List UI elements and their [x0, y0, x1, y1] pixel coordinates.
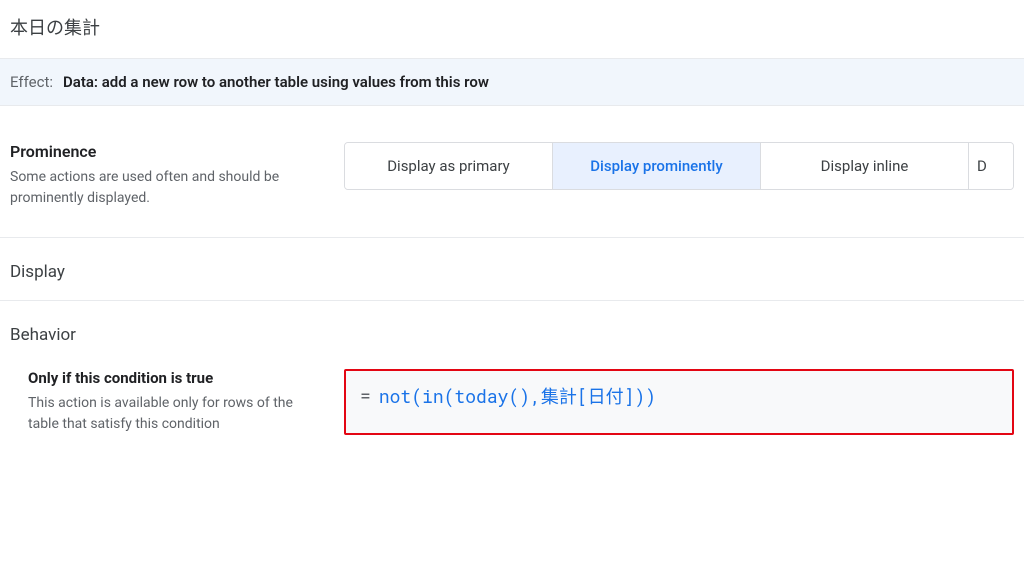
- seg-display-truncated[interactable]: D: [969, 143, 1013, 189]
- condition-expression-input[interactable]: = not(in(today(),集計[日付])): [344, 369, 1014, 435]
- behavior-heading: Behavior: [10, 325, 1014, 345]
- condition-info: Only if this condition is true This acti…: [28, 369, 320, 435]
- condition-row: Only if this condition is true This acti…: [10, 369, 1014, 435]
- seg-display-inline[interactable]: Display inline: [761, 143, 969, 189]
- prominence-segmented: Display as primary Display prominently D…: [344, 142, 1014, 190]
- prominence-info: Prominence Some actions are used often a…: [10, 142, 320, 209]
- equals-sign: =: [360, 383, 371, 407]
- condition-desc: This action is available only for rows o…: [28, 393, 320, 435]
- display-heading: Display: [10, 262, 1014, 282]
- prominence-desc: Some actions are used often and should b…: [10, 167, 320, 209]
- display-section[interactable]: Display: [0, 238, 1024, 301]
- prominence-heading: Prominence: [10, 142, 320, 161]
- page-title: 本日の集計: [0, 0, 1024, 58]
- behavior-section: Behavior Only if this condition is true …: [0, 301, 1024, 435]
- condition-title: Only if this condition is true: [28, 369, 320, 387]
- effect-label: Effect:: [10, 73, 53, 91]
- prominence-section: Prominence Some actions are used often a…: [0, 106, 1024, 238]
- effect-bar: Effect: Data: add a new row to another t…: [0, 58, 1024, 106]
- seg-display-prominently[interactable]: Display prominently: [553, 143, 761, 189]
- expression-text: not(in(today(),集計[日付])): [379, 383, 656, 409]
- seg-display-primary[interactable]: Display as primary: [345, 143, 553, 189]
- effect-value: Data: add a new row to another table usi…: [63, 73, 489, 91]
